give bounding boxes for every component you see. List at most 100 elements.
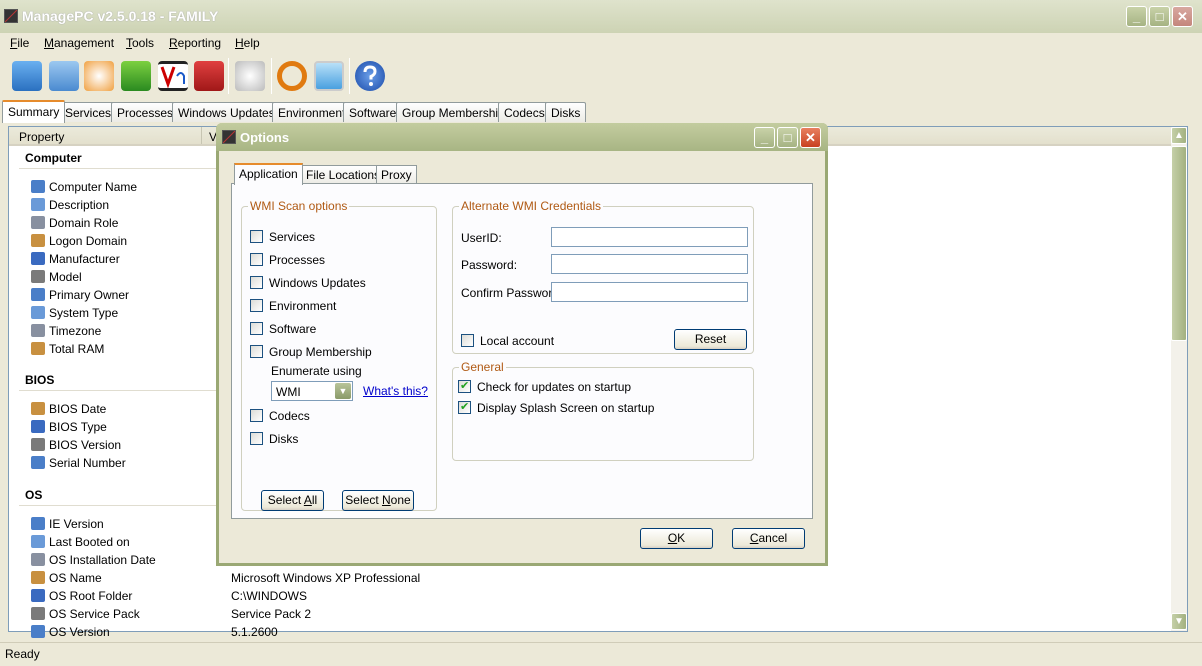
scroll-down-button[interactable]: ▼: [1171, 613, 1187, 630]
property-name: Logon Domain: [49, 234, 128, 248]
checkbox-label: Services: [269, 230, 316, 244]
tab-proxy[interactable]: Proxy: [376, 165, 417, 184]
cancel-button[interactable]: Cancel: [732, 528, 805, 549]
reset-button[interactable]: Reset: [674, 329, 747, 350]
column-divider[interactable]: [201, 127, 202, 144]
maximize-button[interactable]: □: [1149, 6, 1170, 27]
timezone-icon: [31, 324, 45, 337]
checkbox-box[interactable]: [461, 334, 474, 347]
tab-environment[interactable]: Environment: [272, 102, 352, 122]
close-button[interactable]: ✕: [1172, 6, 1193, 27]
ok-button[interactable]: OK: [640, 528, 713, 549]
checkbox-label: Disks: [269, 432, 299, 446]
tab-group-membership[interactable]: Group Membership: [396, 102, 511, 122]
property-name: Primary Owner: [49, 288, 130, 302]
menu-file[interactable]: File: [10, 36, 29, 50]
property-name: Description: [49, 198, 110, 212]
app-icon: [222, 130, 236, 144]
checkbox-box[interactable]: [458, 379, 471, 393]
checkbox-box[interactable]: [250, 276, 263, 289]
os-installation-date-icon: [31, 553, 45, 566]
serial-number-icon: [31, 456, 45, 469]
scheduler-icon[interactable]: [235, 61, 265, 91]
checkbox-box[interactable]: [250, 299, 263, 312]
whats-this-link[interactable]: What's this?: [363, 384, 428, 398]
property-name: Serial Number: [49, 456, 126, 470]
property-name: Timezone: [49, 324, 102, 338]
scroll-thumb[interactable]: [1171, 146, 1187, 341]
tab-services[interactable]: Services: [59, 102, 118, 122]
toolbar-separator: [271, 58, 272, 94]
tab-summary[interactable]: Summary: [2, 100, 66, 123]
refresh-icon[interactable]: [277, 61, 307, 91]
checkbox-box[interactable]: [458, 400, 471, 414]
section-divider: [19, 505, 219, 506]
property-name: Last Booted on: [49, 535, 130, 549]
application-tab-panel: WMI Scan options Enumerate using WMI ▼ W…: [231, 183, 813, 519]
toolbar-separator: [228, 58, 229, 94]
menu-reporting[interactable]: Reporting: [169, 36, 221, 50]
checkbox-box[interactable]: [250, 253, 263, 266]
tab-disks[interactable]: Disks: [545, 102, 587, 122]
network-computers-icon[interactable]: [49, 61, 79, 91]
scroll-up-button[interactable]: ▲: [1171, 127, 1187, 144]
password-input[interactable]: [551, 254, 748, 274]
checkbox-box[interactable]: [250, 345, 263, 358]
checkbox-box[interactable]: [250, 432, 263, 445]
dialog-minimize-button[interactable]: _: [754, 127, 775, 148]
general-group: General Check for updates on startup Disp…: [452, 360, 754, 461]
minimize-button[interactable]: _: [1126, 6, 1147, 27]
os-name-icon: [31, 571, 45, 584]
os-service-pack-icon: [31, 607, 45, 620]
select-all-button[interactable]: Select All: [261, 490, 324, 511]
section-divider: [19, 168, 219, 169]
tab-windows-updates[interactable]: Windows Updates: [172, 102, 281, 122]
menu-tools[interactable]: Tools: [126, 36, 154, 50]
tab-software[interactable]: Software: [343, 102, 403, 122]
help-icon[interactable]: [355, 61, 385, 91]
section-header: OS: [25, 488, 43, 502]
menu-management[interactable]: Management: [44, 36, 114, 50]
enumerate-select[interactable]: WMI ▼: [271, 381, 353, 401]
tab-processes[interactable]: Processes: [111, 102, 180, 122]
wmi-group-label: WMI Scan options: [248, 199, 350, 213]
ie-version-icon: [31, 517, 45, 530]
property-name: BIOS Version: [49, 438, 122, 452]
column-header-property[interactable]: Property: [19, 130, 64, 144]
confirm-password-label: Confirm Password:: [461, 286, 563, 300]
tab-application[interactable]: Application: [234, 163, 303, 185]
select-none-button[interactable]: Select None: [342, 490, 414, 511]
dialog-maximize-button[interactable]: □: [777, 127, 798, 148]
primary-owner-icon: [31, 288, 45, 301]
computer-icon[interactable]: [12, 61, 42, 91]
checkbox-box[interactable]: [250, 322, 263, 335]
tab-file-locations[interactable]: File Locations: [301, 165, 386, 184]
section-divider: [19, 390, 219, 391]
domain-role-icon: [31, 216, 45, 229]
dialog-title: Options: [240, 130, 290, 145]
vertical-scrollbar[interactable]: ▲ ▼: [1171, 127, 1187, 631]
general-group-label: General: [459, 360, 506, 374]
checkbox-box[interactable]: [250, 230, 263, 243]
property-name: BIOS Type: [49, 420, 107, 434]
property-name: IE Version: [49, 517, 104, 531]
tab-codecs[interactable]: Codecs: [498, 102, 551, 122]
monitor-icon[interactable]: [314, 61, 344, 91]
userid-label: UserID:: [461, 231, 502, 245]
bios-date-icon: [31, 402, 45, 415]
menu-help[interactable]: Help: [235, 36, 260, 50]
checkbox-label: Software: [269, 322, 317, 336]
userid-input[interactable]: [551, 227, 748, 247]
checkbox-box[interactable]: [250, 409, 263, 422]
remote-control-icon[interactable]: [84, 61, 114, 91]
dialog-close-button[interactable]: ✕: [800, 127, 821, 148]
registry-icon[interactable]: [121, 61, 151, 91]
chevron-down-icon[interactable]: ▼: [335, 383, 351, 399]
toolbar-separator: [349, 58, 350, 94]
shutdown-icon[interactable]: [194, 61, 224, 91]
checkbox-label: Check for updates on startup: [477, 380, 632, 394]
enumerate-value: WMI: [276, 385, 301, 399]
vnc-icon[interactable]: [158, 61, 188, 91]
property-name: OS Name: [49, 571, 102, 585]
confirm-password-input[interactable]: [551, 282, 748, 302]
